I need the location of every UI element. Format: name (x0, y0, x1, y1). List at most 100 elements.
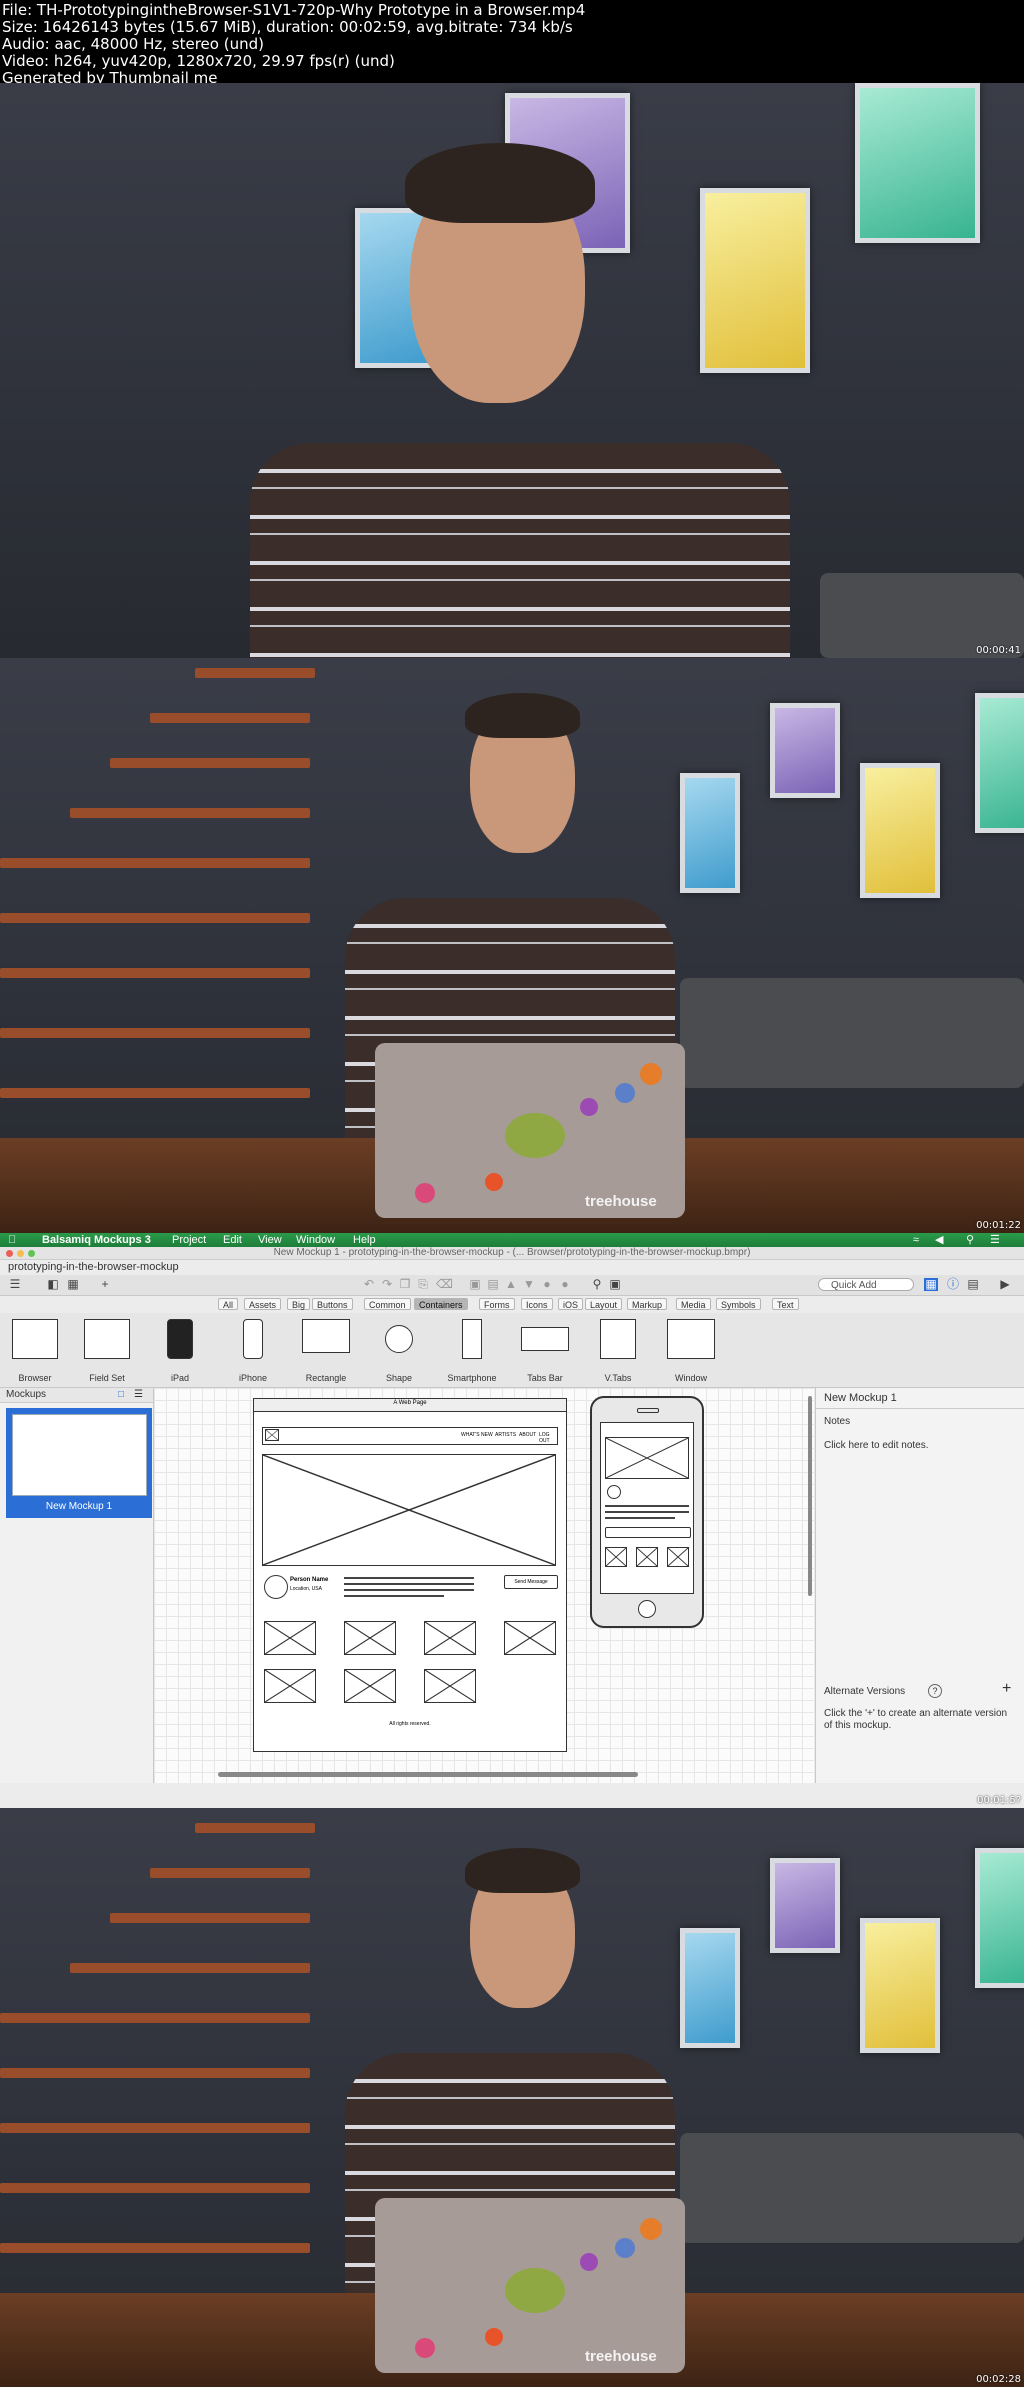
hex-sticker (415, 1183, 435, 1203)
cat-layout[interactable]: Layout (585, 1298, 623, 1310)
mockup-thumbnail[interactable]: New Mockup 1 (6, 1408, 152, 1518)
apple-icon[interactable]:  (8, 1233, 16, 1247)
close-window-button[interactable] (6, 1250, 13, 1257)
wifi-icon[interactable]: ≈ (913, 1233, 919, 1247)
poster-purple (770, 1858, 840, 1953)
person-hair (465, 693, 580, 738)
cat-containers[interactable]: Containers (414, 1298, 468, 1310)
alt-versions-hint: Click the '+' to create an alternate ver… (824, 1708, 1008, 1731)
timestamp: 00:02:28 (976, 2374, 1021, 2385)
menu-project[interactable]: Project (172, 1233, 206, 1247)
iphone-shape-icon (243, 1319, 263, 1359)
menu-window[interactable]: Window (296, 1233, 335, 1247)
delete-icon[interactable]: ⌫ (436, 1278, 453, 1291)
wireframe-person-location: Location, USA (290, 1586, 322, 1592)
wireframe-browser[interactable]: A Web Page WHAT'S NEW ARTISTS ABOUT LOG … (253, 1398, 567, 1752)
mockup-canvas[interactable]: A Web Page WHAT'S NEW ARTISTS ABOUT LOG … (154, 1388, 814, 1783)
lib-vtabs[interactable]: V.Tabs (588, 1317, 648, 1383)
cat-buttons[interactable]: Buttons (312, 1298, 353, 1310)
undo-icon[interactable]: ↶ (362, 1278, 376, 1291)
thumbnail-view-icon[interactable]: □ (118, 1388, 124, 1402)
cat-symbols[interactable]: Symbols (716, 1298, 761, 1310)
phone-grid-image (636, 1547, 658, 1567)
send-back-icon[interactable]: ▼ (522, 1278, 536, 1291)
lib-tabs-bar[interactable]: Tabs Bar (515, 1317, 575, 1383)
hex-sticker (615, 1083, 635, 1103)
timestamp: 00:01:22 (976, 1220, 1021, 1231)
lib-ipad[interactable]: iPad (150, 1317, 210, 1383)
zoom-icon[interactable]: ⚲ (590, 1278, 604, 1291)
presentation-icon[interactable]: ▣ (608, 1278, 622, 1291)
canvas-vertical-scrollbar[interactable] (808, 1396, 812, 1596)
wireframe-grid-image (264, 1669, 316, 1703)
stair-step (0, 2013, 310, 2023)
volume-icon[interactable]: ◀ (935, 1233, 943, 1247)
quick-add-input[interactable]: Quick Add (818, 1278, 914, 1291)
ui-library-icon[interactable]: ▦ (924, 1278, 938, 1291)
cat-common[interactable]: Common (364, 1298, 411, 1310)
help-icon[interactable]: ? (928, 1684, 942, 1698)
single-view-icon[interactable]: ◧ (46, 1278, 60, 1291)
browser-shape-icon (12, 1319, 58, 1359)
search-icon[interactable]: ⚲ (966, 1233, 974, 1247)
info-icon[interactable]: ⓘ (946, 1278, 960, 1291)
hex-sticker (485, 2328, 503, 2346)
properties-icon[interactable]: ▤ (966, 1278, 980, 1291)
cat-media[interactable]: Media (676, 1298, 711, 1310)
menu-help[interactable]: Help (353, 1233, 376, 1247)
lib-browser[interactable]: Browser (5, 1317, 65, 1383)
copy-icon[interactable]: ❐ (398, 1278, 412, 1291)
wireframe-text-line (344, 1577, 474, 1579)
hex-sticker (485, 1173, 503, 1191)
group-icon[interactable]: ▣ (468, 1278, 482, 1291)
circle-shape-icon (385, 1325, 413, 1353)
lib-iphone[interactable]: iPhone (223, 1317, 283, 1383)
poster-teal (975, 1848, 1024, 1988)
phone-send-button (605, 1527, 691, 1538)
video-help-icon[interactable]: ▶ (998, 1278, 1012, 1291)
bring-front-icon[interactable]: ▲ (504, 1278, 518, 1291)
cat-all[interactable]: All (218, 1298, 239, 1310)
timestamp: 00:00:41 (976, 645, 1021, 656)
lib-smartphone[interactable]: Smartphone (442, 1317, 502, 1383)
lock-all-icon[interactable]: ● (558, 1278, 572, 1291)
lib-rectangle[interactable]: Rectangle (296, 1317, 356, 1383)
redo-icon[interactable]: ↷ (380, 1278, 394, 1291)
lib-window[interactable]: Window (661, 1317, 721, 1383)
lib-field-set[interactable]: Field Set (77, 1317, 137, 1383)
canvas-horizontal-scrollbar[interactable] (218, 1772, 638, 1777)
hamburger-menu-icon[interactable]: ☰ (8, 1278, 22, 1291)
mockup-thumbnail-label: New Mockup 1 (45, 1501, 113, 1512)
properties-panel: New Mockup 1 Notes Click here to edit no… (815, 1388, 1024, 1783)
add-alt-version-icon[interactable]: + (1002, 1680, 1011, 1698)
add-icon[interactable]: + (98, 1278, 112, 1291)
ungroup-icon[interactable]: ▤ (486, 1278, 500, 1291)
cat-assets[interactable]: Assets (244, 1298, 282, 1310)
cat-text[interactable]: Text (772, 1298, 799, 1310)
window-shape-icon (667, 1319, 715, 1359)
cat-ios[interactable]: iOS (558, 1298, 584, 1310)
lock-icon[interactable]: ● (540, 1278, 554, 1291)
cat-big[interactable]: Big (287, 1298, 311, 1310)
minimize-window-button[interactable] (17, 1250, 24, 1257)
cat-icons[interactable]: Icons (521, 1298, 553, 1310)
cat-forms[interactable]: Forms (479, 1298, 515, 1310)
window-title: New Mockup 1 - prototyping-in-the-browse… (273, 1247, 751, 1258)
list-icon[interactable]: ☰ (990, 1233, 1000, 1247)
paste-icon[interactable]: ⎘ (416, 1278, 430, 1291)
toolbar: ☰ ◧ ▦ + ↶ ↷ ❐ ⎘ ⌫ ▣ ▤ ▲ ▼ ● ● ⚲ ▣ Quick … (0, 1275, 1024, 1296)
cat-markup[interactable]: Markup (627, 1298, 668, 1310)
zoom-window-button[interactable] (28, 1250, 35, 1257)
person-hair (405, 143, 595, 223)
wireframe-iphone[interactable] (590, 1396, 704, 1628)
person-hair (465, 1848, 580, 1893)
notes-edit-hint[interactable]: Click here to edit notes. (824, 1440, 929, 1451)
list-view-icon[interactable]: ☰ (134, 1388, 143, 1402)
poster-yellow (860, 763, 940, 898)
grid-view-icon[interactable]: ▦ (66, 1278, 80, 1291)
menu-edit[interactable]: Edit (223, 1233, 242, 1247)
stair-step (70, 1963, 310, 1973)
lib-shape[interactable]: Shape (369, 1317, 429, 1383)
menu-view[interactable]: View (258, 1233, 282, 1247)
menu-app-name[interactable]: Balsamiq Mockups 3 (42, 1233, 151, 1247)
